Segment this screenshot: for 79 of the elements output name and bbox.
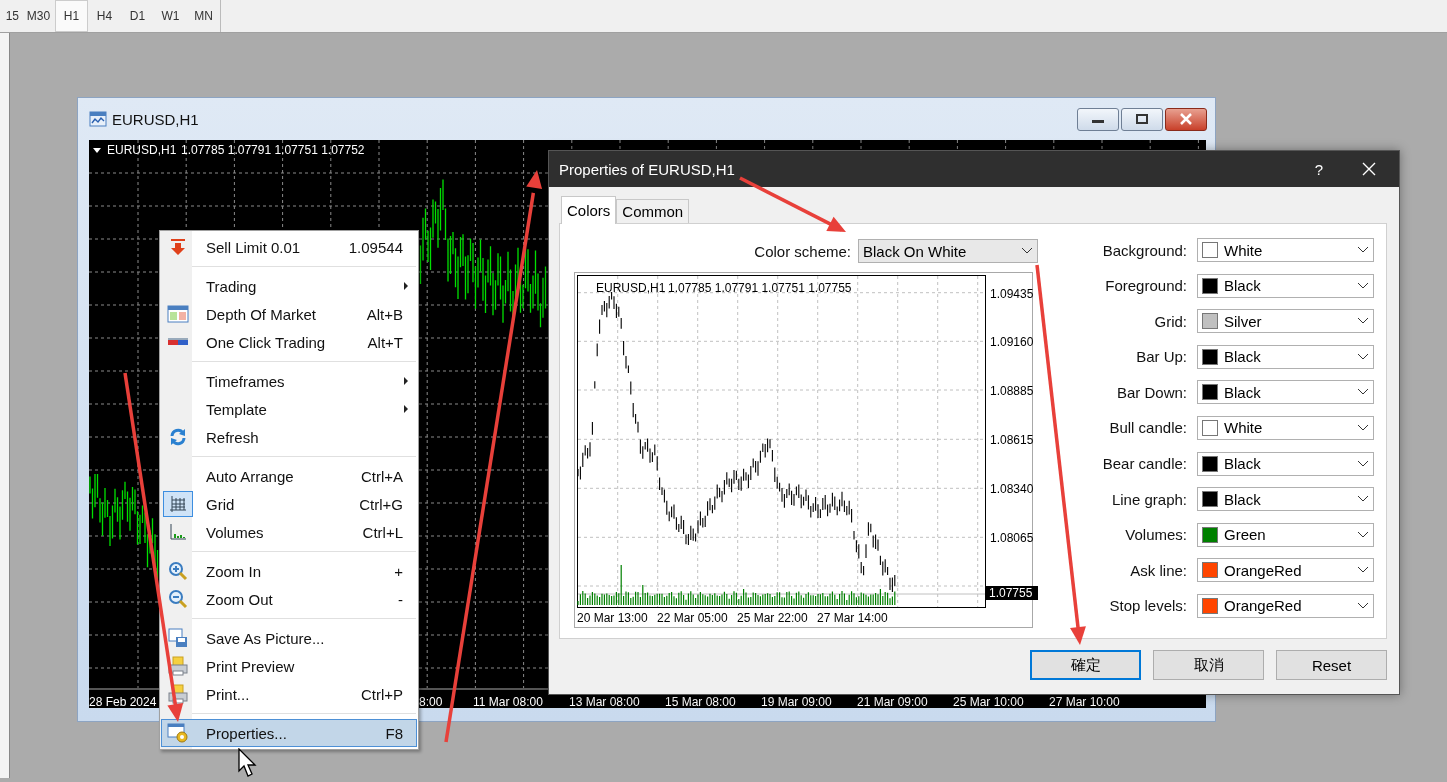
menu-item[interactable]: Trading <box>161 272 417 300</box>
field-label: Color scheme: <box>754 242 851 260</box>
menu-item[interactable]: Depth Of Market Alt+B <box>161 300 417 328</box>
ohlc-prices: 1.07785 1.07791 1.07751 1.07755 <box>668 281 852 295</box>
field-label: Bar Up: <box>1136 348 1187 366</box>
field-label: Stop levels: <box>1109 597 1187 615</box>
color-dropdown[interactable]: Silver <box>1197 309 1374 334</box>
color-dropdown[interactable]: Black <box>1197 487 1374 512</box>
menu-item[interactable]: Grid Ctrl+G <box>161 490 417 518</box>
color-dropdown[interactable]: Green <box>1197 522 1374 547</box>
dialog-button[interactable]: 取消 <box>1153 650 1264 680</box>
field-label: Bull candle: <box>1109 419 1187 437</box>
color-dropdown[interactable]: OrangeRed <box>1197 593 1374 618</box>
ohlc-prices: 1.07785 1.07791 1.07751 1.07752 <box>181 143 365 157</box>
price-axis-label: 1.08885 <box>990 384 1034 398</box>
price-axis-label: 1.08340 <box>990 482 1034 497</box>
time-axis-label: 13 Mar 08:00 <box>569 695 640 708</box>
field-label: Foreground: <box>1105 277 1187 295</box>
price-axis-label: 1.08065 <box>990 531 1034 546</box>
field-label: Ask line: <box>1130 561 1187 579</box>
time-axis-label: 22 Mar 05:00 <box>657 611 728 625</box>
timeframe-button[interactable]: 15 <box>0 0 22 32</box>
menu-item[interactable]: Auto Arrange Ctrl+A <box>161 462 417 490</box>
field-label: Line graph: <box>1111 490 1187 508</box>
time-axis-label: 21 Mar 09:00 <box>857 695 928 708</box>
dialog-button[interactable]: 確定 <box>1030 650 1141 680</box>
time-axis-label: 28 Feb 2024 <box>89 695 157 708</box>
menu-item[interactable]: Timeframes <box>161 367 417 395</box>
menu-item[interactable]: Save As Picture... <box>161 624 417 652</box>
time-axis-label: 27 Mar 14:00 <box>817 611 888 625</box>
time-axis-label: 27 Mar 10:00 <box>1049 695 1120 708</box>
time-axis-label: 15 Mar 08:00 <box>665 695 736 708</box>
menu-item[interactable]: Volumes Ctrl+L <box>161 518 417 546</box>
time-axis-label: 20 Mar 13:00 <box>577 611 648 625</box>
color-dropdown[interactable]: Black <box>1197 344 1374 369</box>
menu-item[interactable]: Refresh <box>161 423 417 451</box>
color-scheme-dropdown[interactable]: Black On White <box>858 239 1038 263</box>
menu-item[interactable]: Sell Limit 0.01 1.09544 <box>161 233 417 261</box>
field-label: Bar Down: <box>1116 383 1187 401</box>
menu-item[interactable]: One Click Trading Alt+T <box>161 328 417 356</box>
symbol-label: EURUSD,H1 <box>107 143 177 157</box>
timeframe-button[interactable]: W1 <box>154 0 187 32</box>
color-dropdown[interactable]: Black <box>1197 451 1374 476</box>
field-label: Bear candle: <box>1102 455 1187 473</box>
tab[interactable]: Common <box>616 199 690 223</box>
menu-item[interactable]: Zoom Out - <box>161 585 417 613</box>
time-axis-label: 8:00 <box>419 695 443 708</box>
color-dropdown[interactable]: White <box>1197 415 1374 440</box>
menu-item[interactable]: Print... Ctrl+P <box>161 680 417 708</box>
field-label: Background: <box>1102 241 1187 259</box>
timeframe-button[interactable]: MN <box>187 0 220 32</box>
current-price-label: 1.07755 <box>986 586 1038 600</box>
tab[interactable]: Colors <box>561 196 617 224</box>
timeframe-button[interactable]: H4 <box>88 0 121 32</box>
field-label: Grid: <box>1154 312 1187 330</box>
dialog-button[interactable]: Reset <box>1276 650 1387 680</box>
time-axis-label: 25 Mar 22:00 <box>737 611 808 625</box>
menu-item[interactable]: Template <box>161 395 417 423</box>
price-axis-label: 1.09435 <box>990 286 1034 301</box>
color-dropdown[interactable]: Black <box>1197 273 1374 298</box>
symbol-label: EURUSD,H1 <box>596 281 666 295</box>
field-label: Volumes: <box>1125 526 1187 544</box>
menu-item[interactable]: Properties... F8 <box>161 719 417 747</box>
color-dropdown[interactable]: White <box>1197 238 1374 262</box>
timeframe-button[interactable]: H1 <box>55 0 88 32</box>
color-dropdown[interactable]: OrangeRed <box>1197 558 1374 583</box>
window-title: EURUSD,H1 <box>112 110 199 128</box>
dialog-title: Properties of EURUSD,H1 <box>559 160 735 178</box>
timeframe-button[interactable]: D1 <box>121 0 154 32</box>
menu-item[interactable]: Print Preview <box>161 652 417 680</box>
price-axis-label: 1.09160 <box>990 335 1034 350</box>
price-axis-label: 1.08615 <box>990 433 1034 448</box>
color-dropdown[interactable]: Black <box>1197 380 1374 405</box>
time-axis-label: 19 Mar 09:00 <box>761 695 832 708</box>
help-button[interactable]: ? <box>1299 159 1339 179</box>
time-axis-label: 25 Mar 10:00 <box>953 695 1024 708</box>
menu-item[interactable]: Zoom In + <box>161 557 417 585</box>
timeframe-button[interactable]: M30 <box>22 0 55 32</box>
time-axis-label: 11 Mar 08:00 <box>473 695 543 708</box>
